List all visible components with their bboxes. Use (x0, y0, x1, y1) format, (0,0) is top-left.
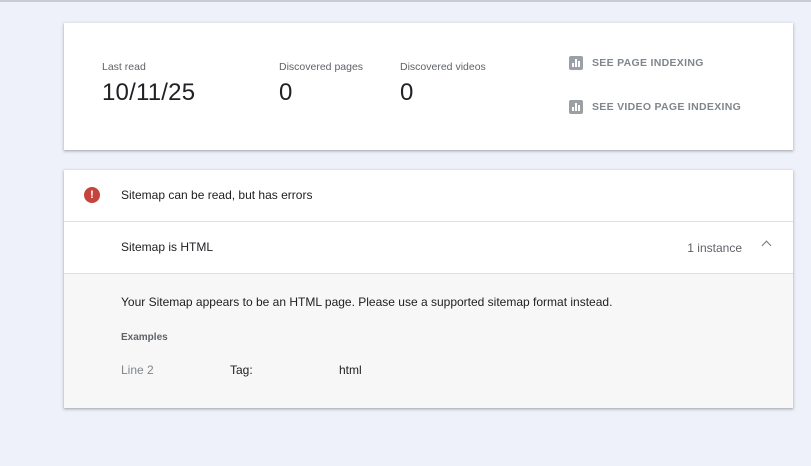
discovered-pages-value: 0 (279, 79, 293, 106)
see-page-indexing-link[interactable]: SEE PAGE INDEXING (569, 56, 704, 70)
instance-count: 1 instance (687, 241, 742, 255)
issue-description: Your Sitemap appears to be an HTML page.… (121, 295, 613, 309)
last-read-label: Last read (102, 61, 146, 73)
bar-chart-icon (569, 56, 583, 70)
example-tag-value: html (339, 363, 362, 377)
issue-title: Sitemap is HTML (121, 240, 214, 254)
example-tag-label: Tag: (230, 363, 253, 377)
discovered-pages-label: Discovered pages (279, 61, 364, 73)
stat-last-read: Last read 10/11/25 (102, 61, 195, 107)
example-line: Line 2 (121, 363, 154, 377)
see-video-page-indexing-link[interactable]: SEE VIDEO PAGE INDEXING (569, 100, 741, 114)
sitemap-issues-card: ! Sitemap can be read, but has errors Si… (64, 170, 793, 408)
bar-chart-icon (569, 100, 583, 114)
stat-discovered-pages: Discovered pages 0 (279, 61, 363, 107)
sitemap-stats-card: Last read 10/11/25 Discovered pages 0 Di… (64, 23, 793, 150)
see-video-page-indexing-label: SEE VIDEO PAGE INDEXING (592, 101, 742, 113)
examples-label: Examples (121, 332, 168, 343)
sitemap-status-row: ! Sitemap can be read, but has errors (64, 170, 793, 222)
see-page-indexing-label: SEE PAGE INDEXING (592, 57, 704, 69)
issue-row-sitemap-html[interactable]: Sitemap is HTML 1 instance (64, 222, 793, 274)
discovered-videos-value: 0 (400, 79, 414, 106)
stat-discovered-videos: Discovered videos 0 (400, 61, 486, 107)
discovered-videos-label: Discovered videos (400, 61, 486, 73)
top-divider (0, 0, 811, 2)
last-read-value: 10/11/25 (102, 79, 196, 106)
issue-details-panel: Your Sitemap appears to be an HTML page.… (64, 274, 793, 408)
sitemap-status-text: Sitemap can be read, but has errors (121, 188, 313, 202)
error-icon: ! (84, 187, 100, 203)
chevron-up-icon[interactable] (761, 240, 772, 251)
